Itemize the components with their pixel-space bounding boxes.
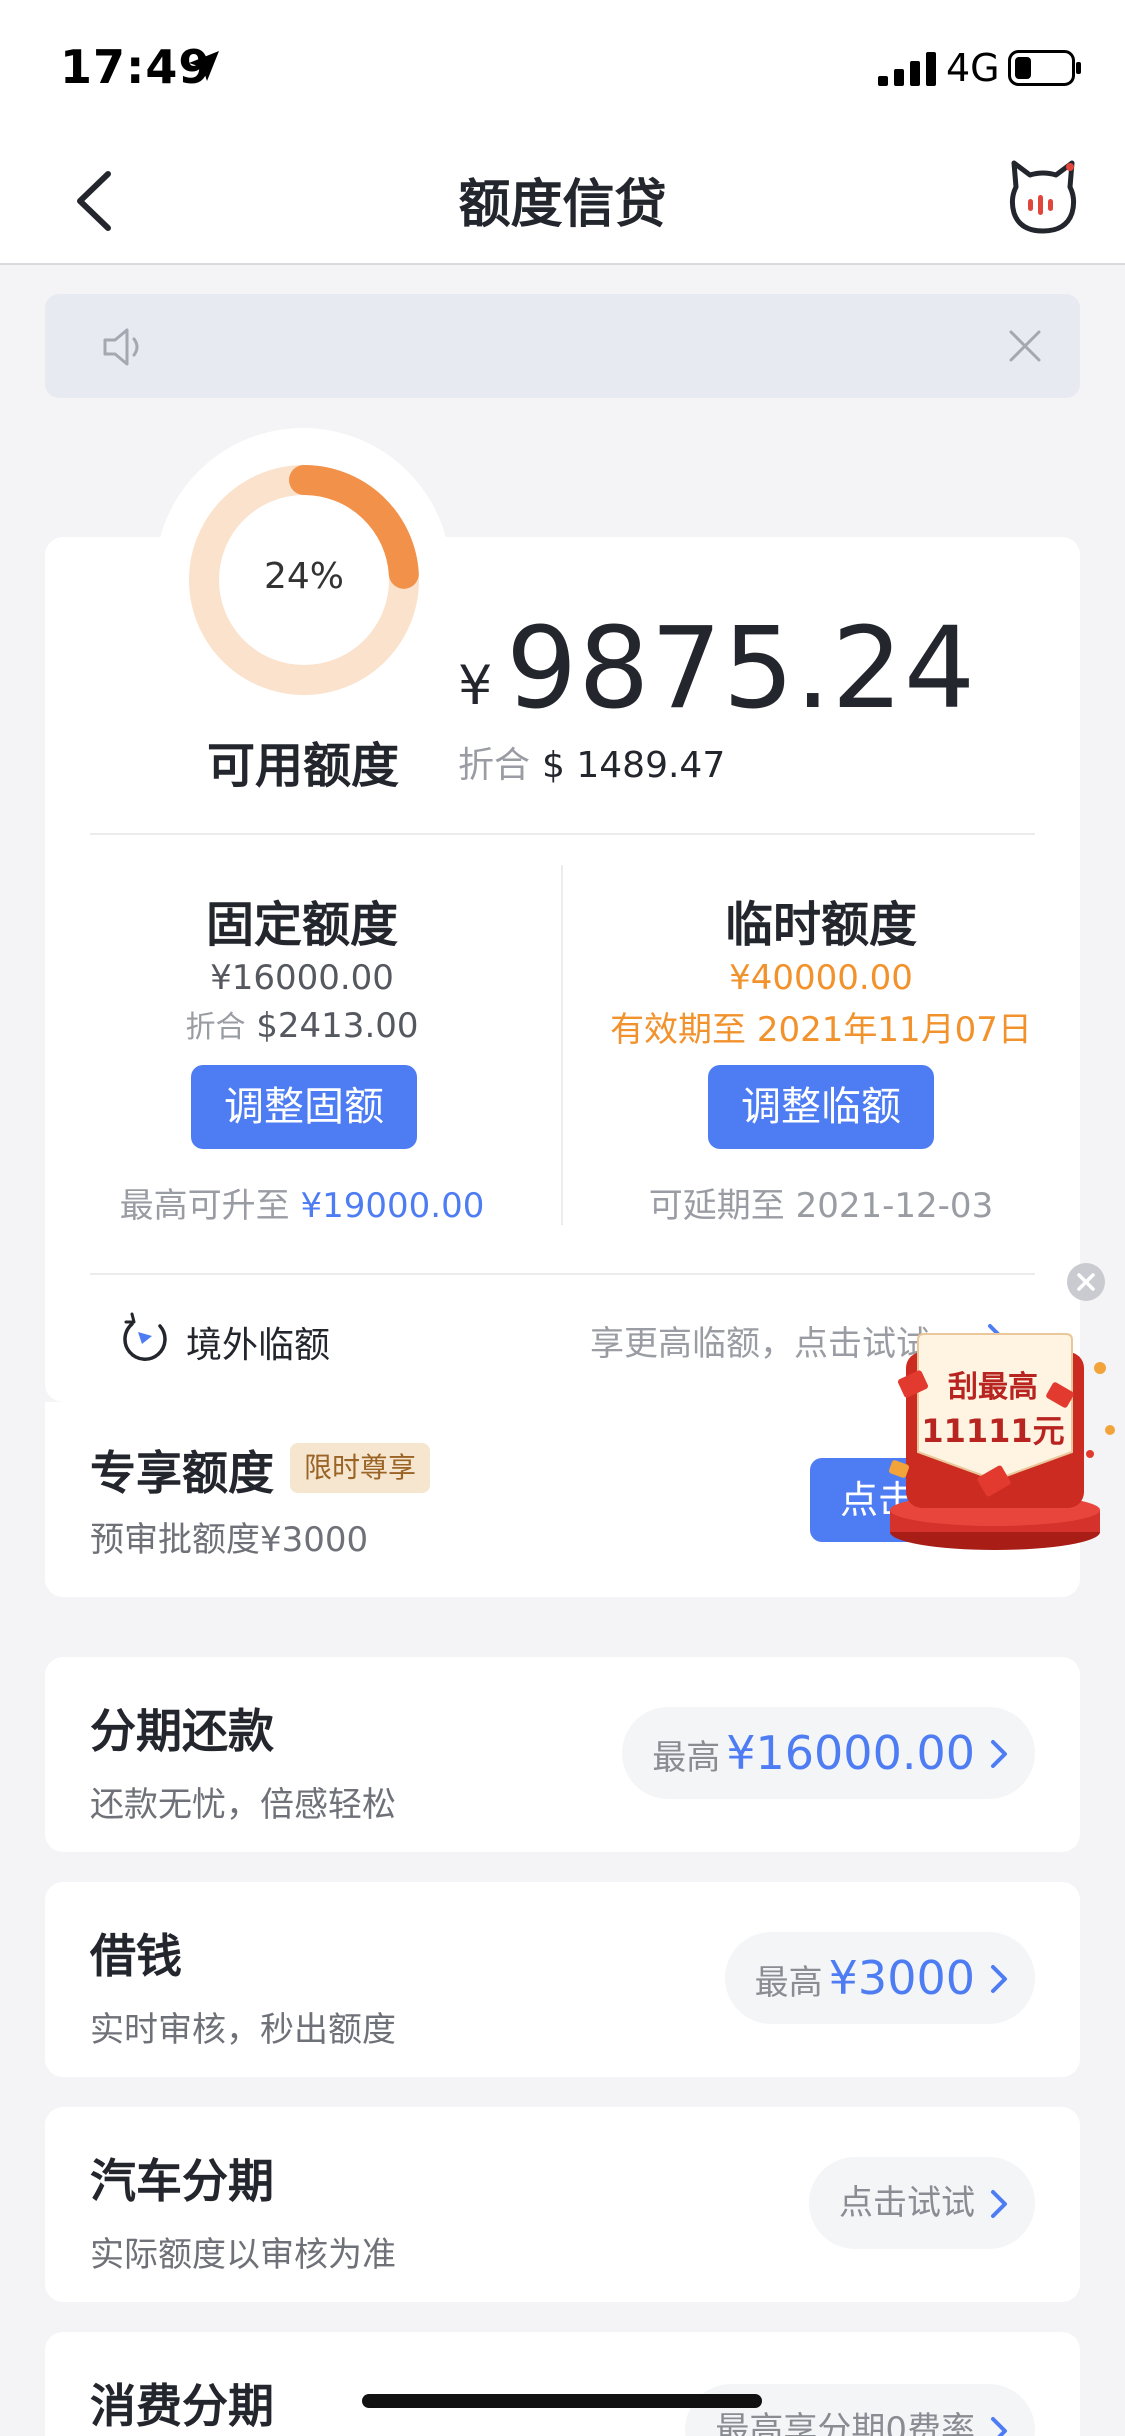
usd-amount: $ 1489.47 — [542, 745, 726, 786]
product-title: 分期还款 — [90, 1704, 274, 1758]
max-value: ¥19000.00 — [300, 1186, 485, 1226]
exclusive-credit-subtitle: 预审批额度¥3000 — [90, 1520, 369, 1560]
usd-equivalent: 折合 $ 1489.47 — [458, 736, 725, 788]
temp-credit-extend: 可延期至 2021-12-03 — [648, 1186, 994, 1226]
chevron-right-icon — [991, 2417, 1007, 2436]
product-title: 借钱 — [90, 1929, 182, 1983]
promo-close-icon[interactable] — [1066, 1262, 1106, 1302]
list-item[interactable]: 消费分期 最高享分期0费率 — [45, 2332, 1080, 2436]
temp-credit-validity: 有效期至 2021年11月07日 — [610, 1010, 1032, 1050]
max-prefix: 最高可升至 — [119, 1186, 290, 1226]
usd-prefix: 折合 — [185, 1010, 246, 1045]
fixed-credit-usd: 折合 $2413.00 — [42, 1002, 562, 1046]
chevron-right-icon — [991, 1740, 1007, 1768]
product-subtitle: 还款无忧，倍感轻松 — [90, 1785, 396, 1825]
overseas-credit-desc[interactable]: 享更高临额，点击试试 — [590, 1316, 930, 1365]
product-subtitle: 实时审核，秒出额度 — [90, 2010, 396, 2050]
chevron-right-icon — [991, 2190, 1007, 2218]
temp-credit-title: 临时额度 — [724, 897, 917, 953]
fixed-credit-amount: ¥16000.00 — [210, 958, 394, 998]
available-credit-label: 可用额度 — [206, 738, 399, 794]
page-title: 额度信贷 — [458, 175, 667, 235]
divider — [90, 833, 1035, 835]
product-title: 消费分期 — [90, 2379, 274, 2433]
status-bar: 17:49 4G — [0, 0, 1125, 135]
promo-title: 刮最高 — [948, 1370, 1038, 1405]
fixed-credit-title: 固定额度 — [205, 897, 398, 953]
currency-symbol: ¥ — [458, 654, 493, 717]
product-title: 汽车分期 — [90, 2154, 274, 2208]
chevron-right-icon — [991, 1965, 1007, 1993]
pill-value: ¥16000.00 — [726, 1726, 975, 1780]
usd-prefix: 折合 — [458, 745, 531, 786]
battery-icon — [1008, 50, 1081, 86]
product-pill-button[interactable]: 最高 ¥16000.00 — [622, 1707, 1035, 1799]
pill-label: 最高 — [754, 1963, 823, 2003]
exclusive-credit-title: 专享额度 — [90, 1446, 274, 1500]
product-pill-button[interactable]: 最高 ¥3000 — [724, 1932, 1035, 2024]
nav-bar: 额度信贷 — [0, 135, 1125, 265]
pill-value: ¥3000 — [828, 1951, 975, 2005]
list-item[interactable]: 汽车分期 实际额度以审核为准 点击试试 — [45, 2107, 1080, 2302]
cellular-signal-icon — [878, 52, 936, 86]
fixed-credit-max: 最高可升至 ¥19000.00 — [42, 1178, 562, 1227]
network-type-label: 4G — [946, 46, 1000, 90]
product-pill-button[interactable]: 点击试试 — [809, 2157, 1035, 2249]
usd-amount: $2413.00 — [256, 1006, 419, 1046]
notice-bar — [45, 294, 1080, 398]
location-arrow-icon — [189, 51, 219, 81]
speaker-icon — [103, 328, 139, 366]
plane-clock-icon[interactable] — [120, 1312, 170, 1362]
product-subtitle: 实际额度以审核为准 — [90, 2235, 396, 2275]
product-pill-button[interactable]: 最高享分期0费率 — [685, 2384, 1035, 2436]
adjust-fixed-button[interactable]: 调整固额 — [191, 1065, 417, 1149]
list-item[interactable]: 分期还款 还款无忧，倍感轻松 最高 ¥16000.00 — [45, 1657, 1080, 1852]
limited-time-badge: 限时尊享 — [290, 1443, 431, 1493]
mascot-assistant-icon[interactable] — [1008, 159, 1078, 235]
pill-label: 最高 — [652, 1738, 721, 1778]
temp-credit-amount: ¥40000.00 — [729, 958, 913, 998]
promo-amount: 11111元 — [921, 1412, 1065, 1450]
home-indicator[interactable] — [362, 2394, 762, 2408]
pill-label: 点击试试 — [839, 2183, 975, 2223]
list-item[interactable]: 借钱 实时审核，秒出额度 最高 ¥3000 — [45, 1882, 1080, 2077]
available-amount: 9875.24 — [506, 604, 977, 734]
usage-percent-label: 24% — [263, 556, 344, 597]
overseas-credit-label[interactable]: 境外临额 — [186, 1316, 330, 1368]
adjust-temp-button[interactable]: 调整临额 — [708, 1065, 934, 1149]
close-icon[interactable] — [1005, 326, 1045, 366]
pill-label: 最高享分期0费率 — [715, 2410, 975, 2436]
